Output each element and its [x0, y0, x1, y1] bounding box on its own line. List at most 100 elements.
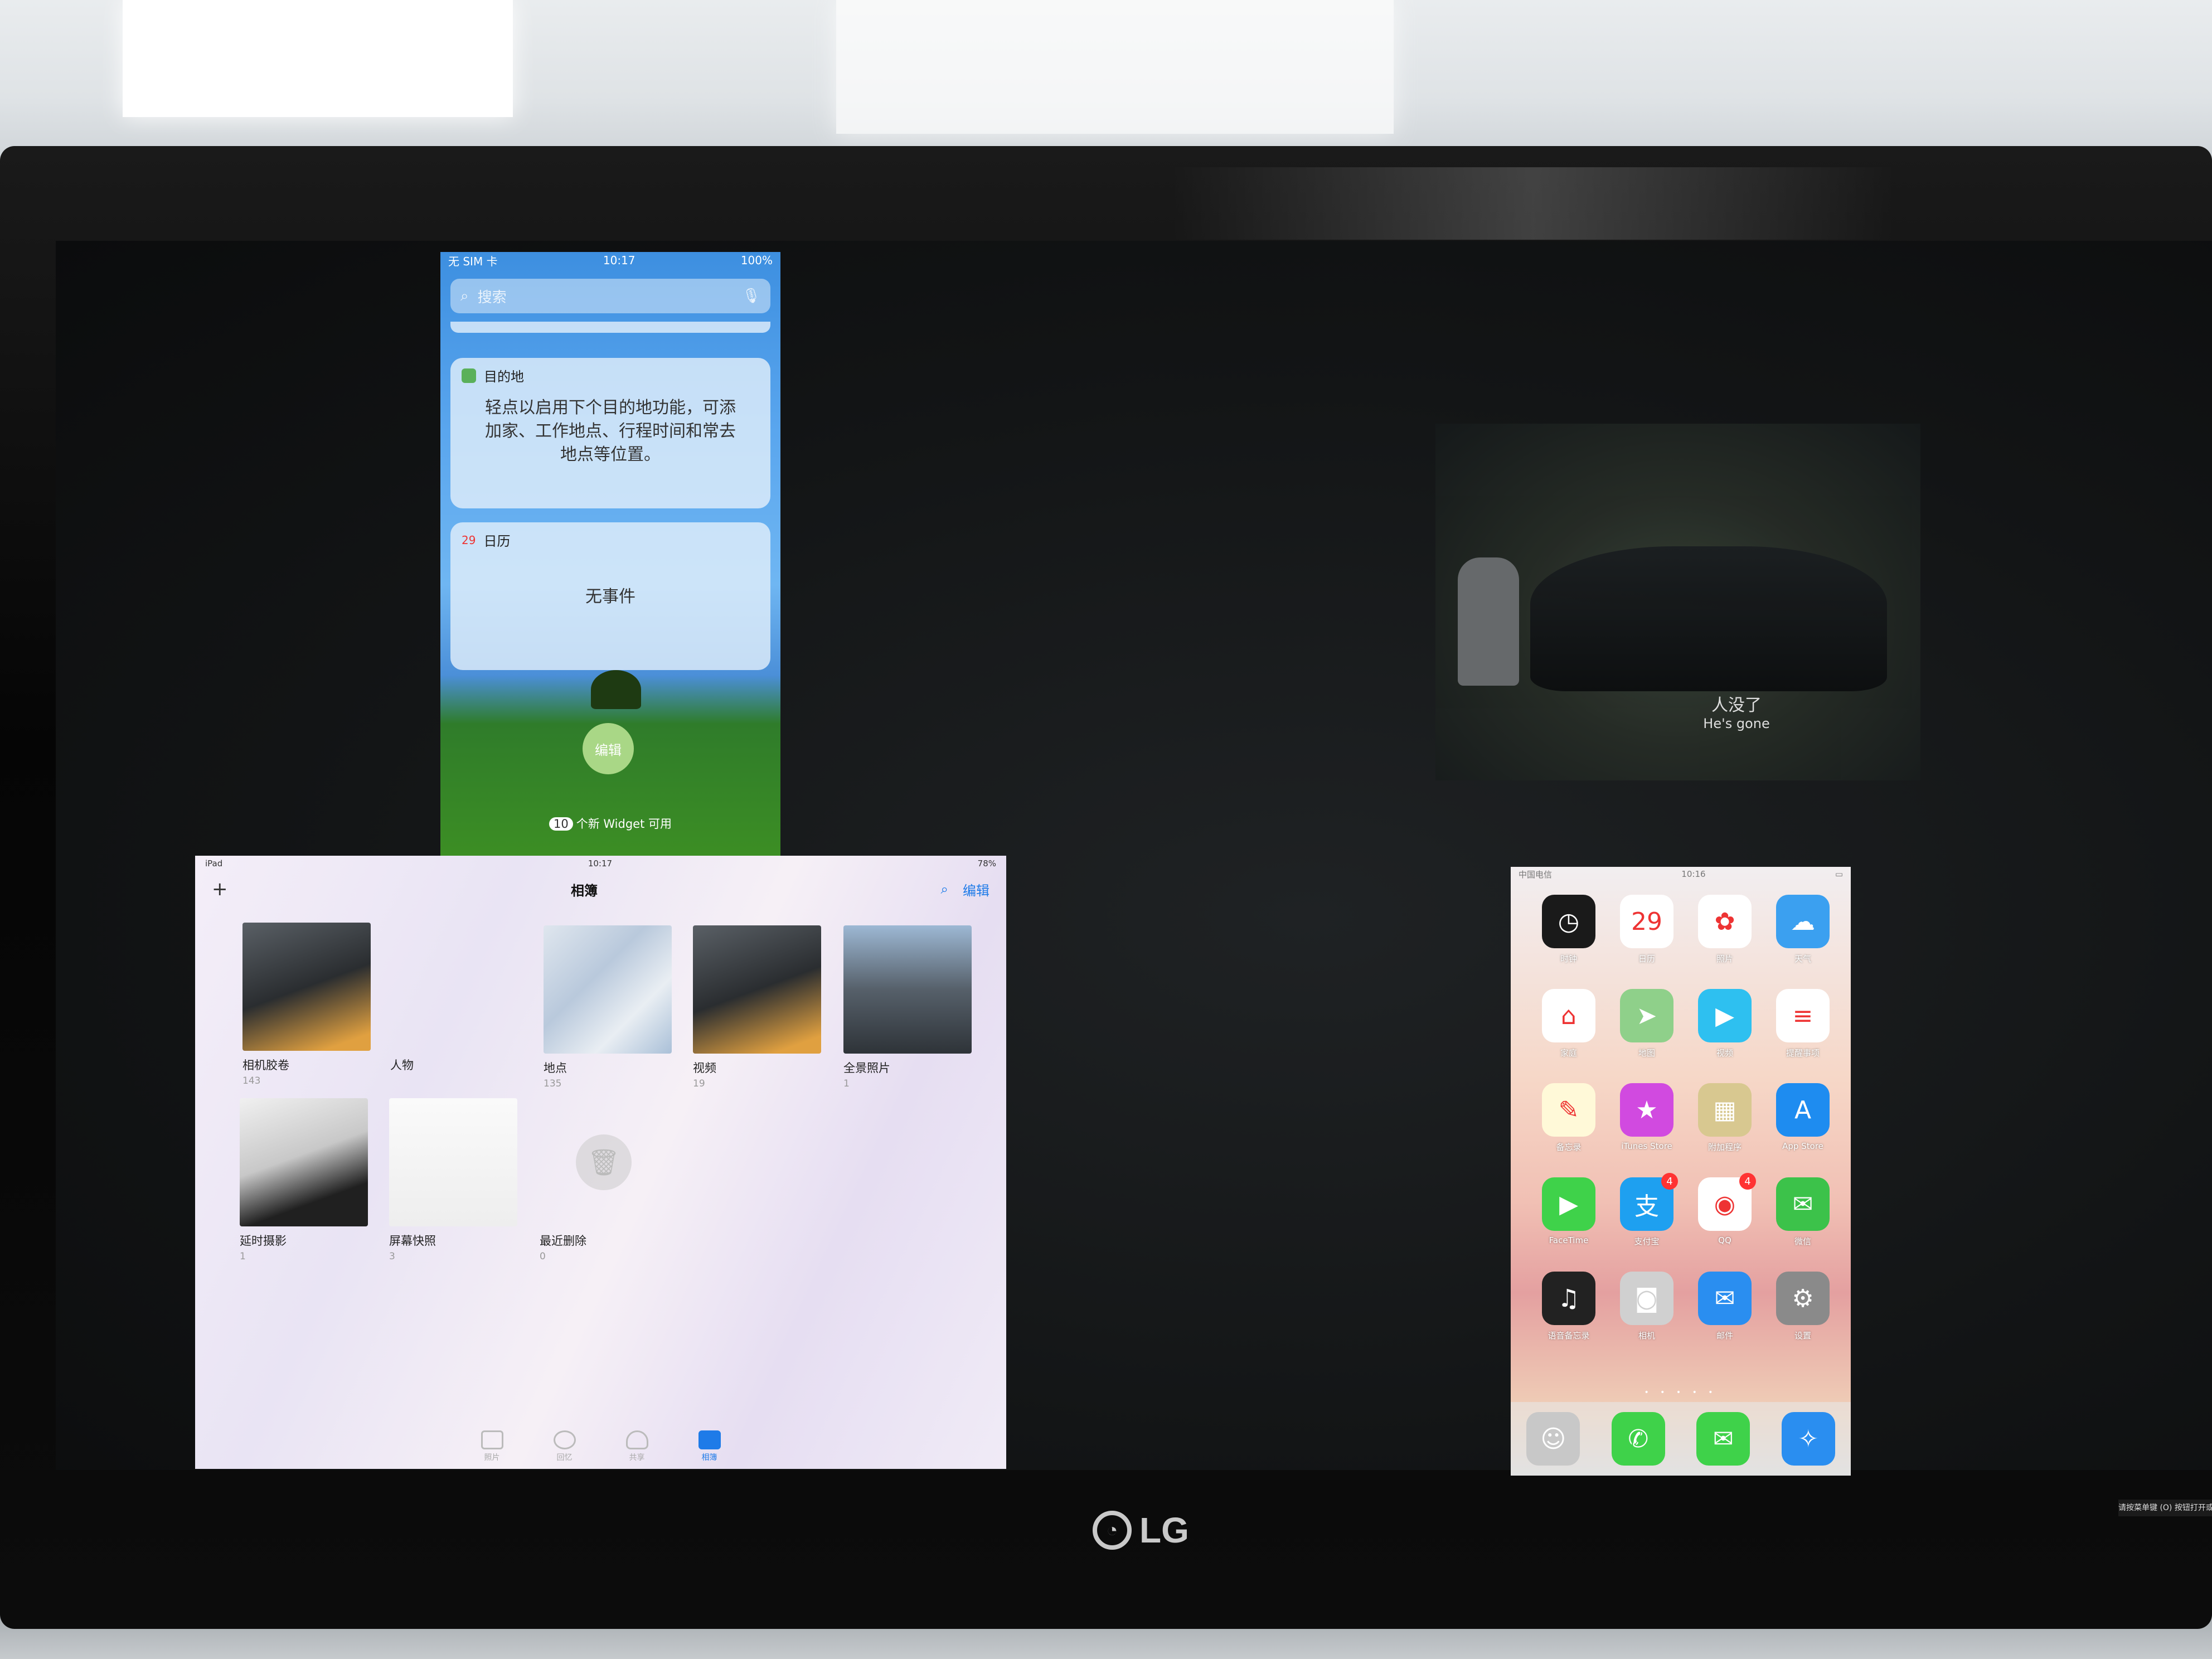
subtitle-english: He's gone [1703, 716, 1770, 731]
page-indicator: • • • • • [1644, 1388, 1718, 1397]
album-camera-roll[interactable]: 相机胶卷 143 [242, 923, 376, 1086]
app-glyph: ♫ [1558, 1284, 1580, 1313]
tv-brand-logo: ◔ LG [1093, 1505, 1226, 1555]
battery-label: 100% [740, 254, 773, 267]
maps-icon [462, 368, 476, 383]
app-facetime[interactable]: ▶ FaceTime [1530, 1177, 1608, 1247]
calendar-icon: 29 [1620, 895, 1673, 948]
app-label: FaceTime [1549, 1235, 1589, 1245]
edit-button[interactable]: 编辑 [963, 880, 989, 899]
add-album-button[interactable]: + [212, 878, 228, 900]
iphone-status-bar: 无 SIM 卡 10:17 100% [440, 252, 780, 269]
app-label: 视频 [1716, 1048, 1733, 1058]
iphone-status-bar: 中国电信 10:16 ▭ [1511, 867, 1851, 881]
app-glyph: ⚙ [1792, 1284, 1814, 1313]
album-count: 1 [843, 1078, 850, 1089]
settings-gear-icon: ⚙ [1776, 1272, 1830, 1325]
destination-widget-body: 轻点以启用下个目的地功能，可添加家、工作地点、行程时间和常去地点等位置。 [485, 398, 736, 464]
calendar-widget[interactable]: 29 日历 无事件 [450, 522, 770, 670]
album-recently-deleted[interactable]: 🗑︎ 最近删除 0 [540, 1098, 673, 1262]
new-widgets-text: 个新 Widget 可用 [576, 817, 672, 831]
app-notes[interactable]: ✎ 备忘录 [1530, 1083, 1608, 1153]
app-clock[interactable]: ◷ 时钟 [1530, 895, 1608, 964]
app-voice-memos[interactable]: ♫ 语音备忘录 [1530, 1272, 1608, 1341]
contacts-icon[interactable]: ☺ [1526, 1412, 1580, 1466]
app-glyph: 29 [1631, 907, 1662, 936]
app-camera[interactable]: ◙ 相机 [1608, 1272, 1686, 1341]
app-label: 备忘录 [1556, 1142, 1582, 1152]
edit-widgets-button[interactable]: 编辑 [583, 723, 634, 774]
search-input[interactable]: ⌕ 搜索 🎙︎ [450, 279, 770, 313]
app-label: App Store [1782, 1141, 1823, 1151]
app-maps[interactable]: ➤ 地图 [1608, 989, 1686, 1059]
itunes-star-icon: ★ [1620, 1083, 1673, 1137]
app-glyph: A [1794, 1095, 1812, 1124]
qq-penguin-icon: ◉ 4 [1698, 1173, 1756, 1231]
album-time-lapse[interactable]: 延时摄影 1 [240, 1098, 373, 1262]
messages-icon[interactable]: ✉ [1696, 1412, 1750, 1466]
album-people[interactable]: 人物 [390, 923, 524, 1075]
calendar-widget-title: 日历 [483, 533, 511, 549]
home-icon: ⌂ [1542, 989, 1595, 1042]
extras-folder-icon: ▦ [1698, 1083, 1752, 1137]
app-videos[interactable]: ▶ 视频 [1686, 989, 1764, 1059]
album-screenshots[interactable]: 屏幕快照 3 [389, 1098, 523, 1262]
app-reminders[interactable]: ≡ 提醒事项 [1764, 989, 1842, 1059]
album-count: 1 [240, 1251, 246, 1262]
tab-shared[interactable]: 共享 [625, 1430, 648, 1463]
app-glyph: 支 [1634, 1192, 1659, 1221]
app-photos[interactable]: ✿ 照片 [1686, 895, 1764, 964]
app-extras-folder[interactable]: ▦ 附加程序 [1686, 1083, 1764, 1153]
microphone-icon[interactable]: 🎙︎ [742, 288, 760, 304]
voice-memos-icon: ♫ [1542, 1272, 1595, 1325]
album-name: 全景照片 [843, 1061, 890, 1075]
app-label: 设置 [1794, 1331, 1811, 1341]
album-panoramas[interactable]: 全景照片 1 [843, 925, 977, 1089]
app-glyph: ≡ [1792, 1001, 1813, 1030]
albums-tab-icon [698, 1430, 721, 1449]
app-qq-penguin[interactable]: ◉ 4 QQ [1686, 1173, 1764, 1247]
app-glyph: ✎ [1558, 1095, 1579, 1124]
calendar-widget-body: 无事件 [585, 587, 636, 607]
app-app-store[interactable]: A App Store [1764, 1083, 1842, 1153]
album-name: 最近删除 [540, 1234, 586, 1248]
album-thumbnail [544, 925, 672, 1054]
album-thumbnail [390, 923, 518, 1051]
app-glyph: ◉ [1714, 1190, 1736, 1219]
subtitle-chinese: 人没了 [1711, 696, 1762, 715]
app-home[interactable]: ⌂ 家庭 [1530, 989, 1608, 1059]
app-settings-gear[interactable]: ⚙ 设置 [1764, 1272, 1842, 1341]
ipad-nav-bar: + 相簿 ⌕ 编辑 [195, 872, 1006, 906]
album-thumbnail [693, 925, 821, 1054]
app-calendar[interactable]: 29 日历 [1608, 895, 1686, 964]
new-widgets-count: 10 [549, 817, 573, 831]
app-weather[interactable]: ☁ 天气 [1764, 895, 1842, 964]
tab-memories[interactable]: 回忆 [553, 1430, 576, 1463]
app-alipay[interactable]: 支 4 支付宝 [1608, 1173, 1686, 1247]
phone-icon[interactable]: ✆ [1611, 1412, 1665, 1466]
app-wechat[interactable]: ✉ 微信 [1764, 1177, 1842, 1247]
app-itunes-star[interactable]: ★ iTunes Store [1608, 1083, 1686, 1153]
app-label: QQ [1718, 1235, 1731, 1245]
app-label: 照片 [1716, 954, 1733, 964]
reminders-icon: ≡ [1776, 989, 1830, 1042]
calendar-date-icon: 29 [462, 533, 476, 547]
app-glyph: ◷ [1558, 907, 1580, 936]
tab-albums[interactable]: 相簿 [698, 1430, 721, 1463]
album-places[interactable]: 地点 135 [544, 925, 677, 1089]
tab-photos[interactable]: 照片 [481, 1430, 503, 1463]
app-mail[interactable]: ✉ 邮件 [1686, 1272, 1764, 1341]
app-glyph: ★ [1636, 1095, 1658, 1124]
album-name: 屏幕快照 [389, 1234, 436, 1248]
album-videos[interactable]: 视频 19 [693, 925, 827, 1089]
notification-badge: 4 [1739, 1173, 1756, 1190]
new-widgets-notice[interactable]: 10 个新 Widget 可用 [440, 815, 780, 832]
camera-icon: ◙ [1620, 1272, 1673, 1325]
notes-icon: ✎ [1542, 1083, 1595, 1137]
destination-widget[interactable]: 目的地 轻点以启用下个目的地功能，可添加家、工作地点、行程时间和常去地点等位置。 [450, 358, 770, 508]
dock-glyph: ✉ [1713, 1424, 1734, 1453]
video-playback-frame: 人没了 He's gone [1435, 424, 1920, 780]
album-name: 地点 [544, 1061, 567, 1075]
search-icon[interactable]: ⌕ [941, 881, 948, 897]
safari-compass-icon[interactable]: ✧ [1781, 1412, 1835, 1466]
